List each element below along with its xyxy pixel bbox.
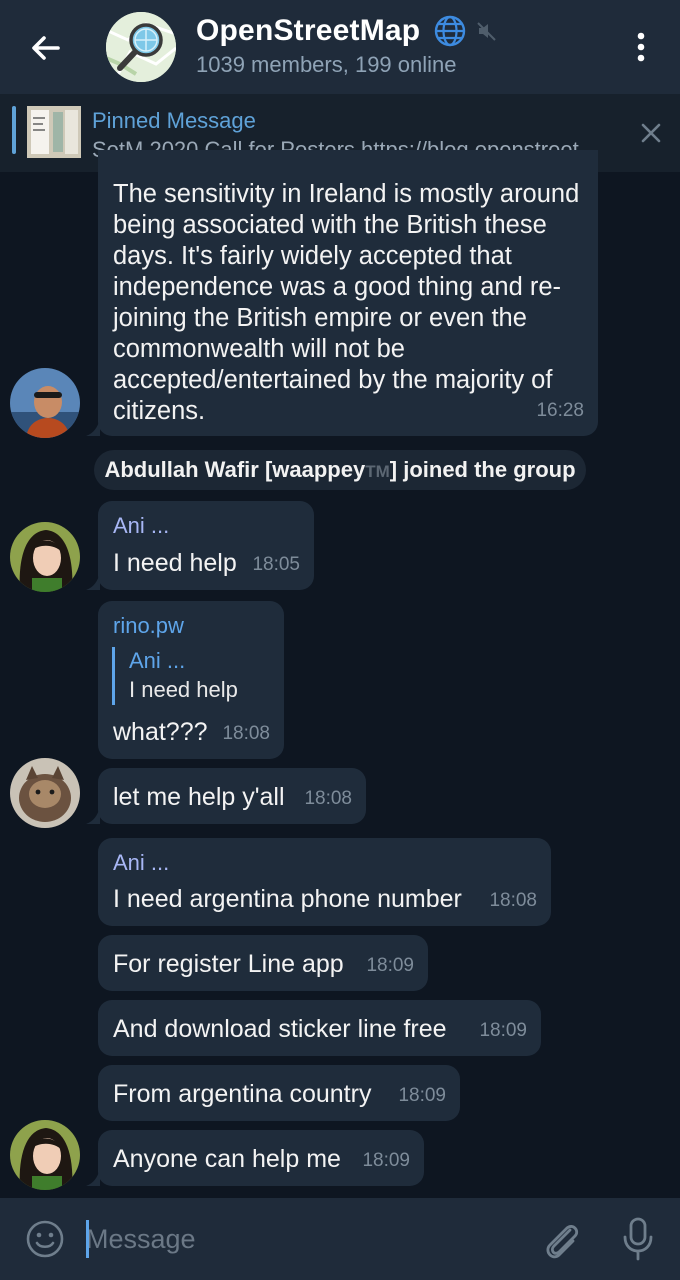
message-time: 18:08 <box>222 723 270 744</box>
paperclip-icon[interactable] <box>540 1216 582 1262</box>
message-bubble[interactable]: let me help y'all 18:08 <box>98 768 366 824</box>
bubble-tail <box>86 806 100 824</box>
message-bubble[interactable]: For register Line app 18:09 <box>98 935 428 991</box>
arrow-left-icon[interactable] <box>22 24 70 72</box>
message-time: 18:08 <box>489 890 537 911</box>
reply-text: I need help <box>129 677 238 702</box>
message-bubble[interactable]: And download sticker line free 18:09 <box>98 1000 541 1056</box>
avatar[interactable] <box>10 522 80 592</box>
pinned-accent-line <box>12 106 16 154</box>
message-time: 18:09 <box>398 1085 446 1106</box>
microphone-icon[interactable] <box>618 1216 658 1262</box>
message-text: From argentina country <box>113 1080 372 1108</box>
message-time: 18:09 <box>362 1150 410 1171</box>
message-time: 16:28 <box>536 400 584 421</box>
pinned-title: Pinned Message <box>92 108 256 133</box>
openstreetmap-logo <box>106 12 176 82</box>
message-text: I need argentina phone number <box>113 885 462 913</box>
message-input[interactable] <box>86 1216 516 1262</box>
bubble-tail <box>86 1168 100 1186</box>
message-time: 18:05 <box>252 554 300 575</box>
message-time: 18:09 <box>479 1020 527 1041</box>
message-bubble[interactable]: Ani ... I need argentina phone number 18… <box>98 838 551 926</box>
globe-icon <box>434 15 465 47</box>
muted-speaker-icon <box>477 22 496 41</box>
avatar[interactable] <box>10 368 80 438</box>
chat-title: OpenStreetMap <box>196 14 421 47</box>
close-icon[interactable] <box>636 118 666 148</box>
chat-header: OpenStreetMap 1039 members, 199 online <box>0 0 680 94</box>
more-vertical-icon[interactable] <box>626 28 656 68</box>
message-text: I need help <box>113 549 237 577</box>
reply-quote[interactable]: Ani ... I need help <box>112 647 238 705</box>
message-text: Anyone can help me <box>113 1145 341 1173</box>
group-avatar[interactable] <box>106 12 176 82</box>
message-text: what??? <box>113 718 208 746</box>
text-caret <box>86 1220 89 1258</box>
message-time: 18:09 <box>366 955 414 976</box>
message-bubble[interactable]: From argentina country 18:09 <box>98 1065 460 1121</box>
smiley-icon[interactable] <box>24 1218 66 1260</box>
sender-name: Ani ... <box>113 513 170 538</box>
service-message: Abdullah Wafir [waappeyTM] joined the gr… <box>94 450 586 490</box>
avatar[interactable] <box>10 758 80 828</box>
chat-title-wrap[interactable]: OpenStreetMap <box>196 14 499 48</box>
pinned-thumbnail <box>27 106 81 158</box>
chat-subtitle: 1039 members, 199 online <box>196 52 457 77</box>
trademark-mark: TM <box>365 462 390 481</box>
message-composer <box>0 1198 680 1280</box>
bubble-tail <box>86 572 100 590</box>
message-bubble[interactable]: The sensitivity in Ireland is mostly aro… <box>98 150 598 436</box>
message-bubble[interactable]: rino.pw Ani ... I need help what??? 18:0… <box>98 601 284 759</box>
message-bubble[interactable]: Anyone can help me 18:09 <box>98 1130 424 1186</box>
service-text: Abdullah Wafir [waappey <box>104 457 366 482</box>
avatar[interactable] <box>10 1120 80 1190</box>
bubble-tail <box>86 418 100 436</box>
reply-sender: Ani ... <box>129 648 186 673</box>
message-time: 18:08 <box>304 788 352 809</box>
message-text: For register Line app <box>113 950 344 978</box>
message-text: let me help y'all <box>113 783 285 811</box>
service-text-tail: ] joined the group <box>389 457 576 482</box>
message-bubble[interactable]: Ani ... I need help 18:05 <box>98 501 314 590</box>
message-text: The sensitivity in Ireland is mostly aro… <box>113 180 580 425</box>
message-text: And download sticker line free <box>113 1015 447 1043</box>
sender-name: rino.pw <box>113 613 184 638</box>
sender-name: Ani ... <box>113 850 170 875</box>
